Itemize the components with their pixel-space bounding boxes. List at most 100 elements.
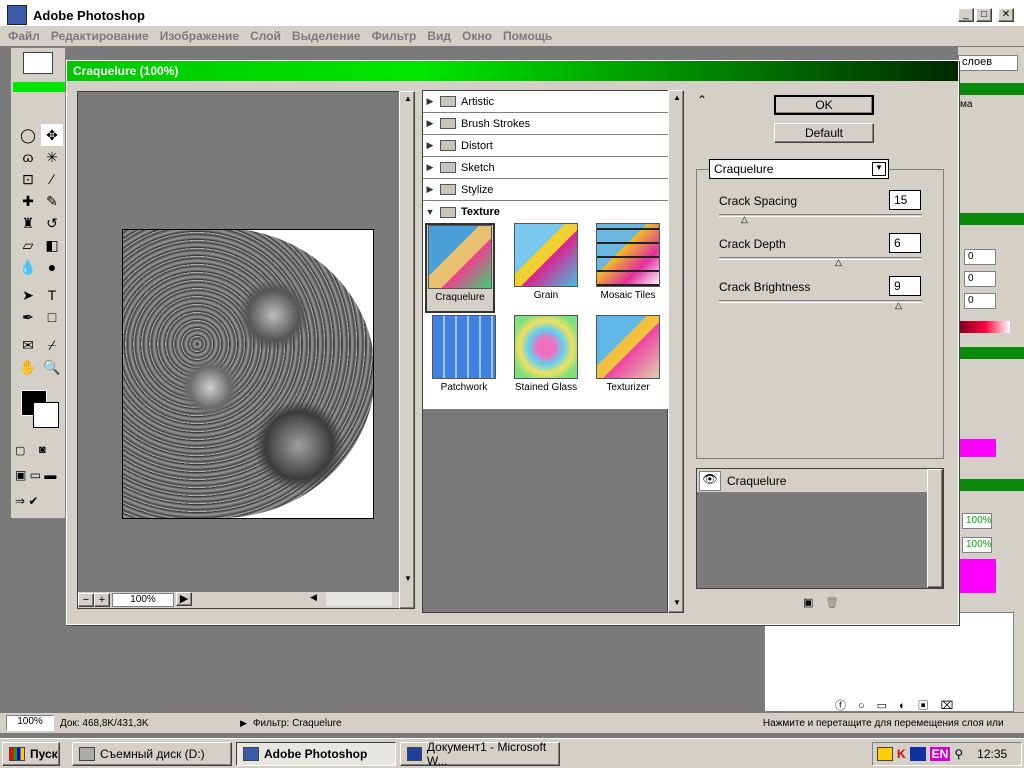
healing-brush-icon[interactable]: ✚ [17,190,39,212]
category-stylize[interactable]: ▶ Stylize [423,179,669,201]
start-button[interactable]: Пуск [2,742,60,766]
zoom-in-button[interactable]: + [94,593,110,607]
default-button[interactable]: Default [774,123,874,143]
menu-layer[interactable]: Слой [250,29,281,43]
scroll-down-icon[interactable]: ▼ [669,596,685,612]
dodge-tool-icon[interactable]: ● [41,256,63,278]
stamp-tool-icon[interactable]: ♜ [17,212,39,234]
hscroll-left[interactable]: ◀ [310,592,326,606]
zoom-menu-button[interactable]: ▶ [176,592,192,606]
filter-select[interactable]: Craquelure ▼ [709,159,889,179]
category-artistic[interactable]: ▶ Artistic [423,91,669,113]
layers-tab[interactable]: слоев [958,55,1018,71]
tray-app-icon[interactable] [877,747,893,761]
menu-view[interactable]: Вид [427,29,451,43]
menu-file[interactable]: Файл [8,29,40,43]
crack-brightness-field[interactable]: 9 [889,276,921,296]
thumb-craquelure[interactable]: Craquelure [425,223,495,313]
value-field-2[interactable]: 0 [964,271,996,287]
menu-window[interactable]: Окно [462,29,492,43]
screen-mode-icons[interactable]: ▣ ▭ ▬ [15,468,63,486]
kaspersky-icon[interactable]: K [897,747,906,761]
magenta-swatch[interactable] [960,439,996,457]
ok-button[interactable]: OK [774,95,874,115]
crack-brightness-slider[interactable] [719,300,922,303]
shape-tool-icon[interactable]: □ [41,306,63,328]
effect-list-vscroll[interactable] [927,469,943,588]
opacity-field[interactable]: 100% [962,513,992,529]
hand-tool-icon[interactable]: ✋ [17,356,39,378]
crack-depth-knob-icon[interactable]: △ [835,258,845,267]
task-removable-disk[interactable]: Съемный диск (D:) [72,742,232,766]
menu-edit[interactable]: Редактирование [51,29,149,43]
scroll-down-icon[interactable]: ▼ [400,572,416,588]
tray-flag-icon[interactable] [909,747,926,761]
scroll-up-icon[interactable]: ▲ [669,91,685,107]
status-menu-icon[interactable]: ▶ [240,718,247,729]
history-brush-icon[interactable]: ↺ [41,212,63,234]
thumb-mosaic-tiles[interactable]: Mosaic Tiles [593,223,663,313]
fill-field[interactable]: 100% [962,537,992,553]
layer-thumbnail[interactable] [960,559,996,593]
menu-help[interactable]: Помощь [503,29,552,43]
thumb-stained-glass[interactable]: Stained Glass [511,315,581,405]
thumb-texturizer[interactable]: Texturizer [593,315,663,405]
scroll-up-icon[interactable]: ▲ [400,92,416,108]
value-field-1[interactable]: 0 [964,249,996,265]
crack-brightness-knob-icon[interactable]: △ [895,301,905,310]
magic-wand-icon[interactable]: ✳ [41,146,63,168]
gradient-tool-icon[interactable]: ◧ [41,234,63,256]
status-zoom[interactable]: 100% [6,715,54,731]
zoom-value[interactable]: 100% [112,593,174,607]
value-field-3[interactable]: 0 [964,293,996,309]
brush-tool-icon[interactable]: ✎ [41,190,63,212]
language-indicator[interactable]: EN [929,747,951,761]
thumb-grain[interactable]: Grain [511,223,581,313]
path-select-icon[interactable]: ➤ [17,284,39,306]
zoom-out-button[interactable]: − [78,593,94,607]
category-brush-strokes[interactable]: ▶ Brush Strokes [423,113,669,135]
category-texture[interactable]: ▼ Texture [423,201,669,223]
thumb-patchwork[interactable]: Patchwork [429,315,499,405]
maximize-button[interactable]: □ [976,8,992,22]
background-color-swatch[interactable] [33,402,59,428]
crack-depth-field[interactable]: 6 [889,233,921,253]
collapse-gallery-icon[interactable]: ⌃ [697,93,707,107]
crop-tool-icon[interactable]: ⊡ [17,168,39,190]
blur-tool-icon[interactable]: 💧 [17,256,39,278]
task-photoshop[interactable]: Adobe Photoshop [236,742,396,766]
jump-to-imageready-icon[interactable]: ⇒ ✔ [15,494,63,512]
marquee-tool-icon[interactable]: ◯ [17,124,39,146]
notes-tool-icon[interactable]: ✉ [17,334,39,356]
task-word[interactable]: Документ1 - Microsoft W... [400,740,560,768]
zoom-tool-icon[interactable]: 🔍 [41,356,63,378]
crack-spacing-knob-icon[interactable]: △ [741,215,751,224]
layers-panel-buttons[interactable]: ⓕ○▭◐▣⌧ [835,697,965,713]
effect-layer-row[interactable]: 👁 Craquelure [697,469,927,493]
preview-pane[interactable]: − + 100% ▶ ◀ [77,91,409,609]
type-tool-icon[interactable]: T [41,284,63,306]
slice-tool-icon[interactable]: ⁄ [41,168,63,190]
crack-spacing-field[interactable]: 15 [889,190,921,210]
color-ramp[interactable] [960,321,1010,333]
menu-select[interactable]: Выделение [292,29,361,43]
tray-network-icon[interactable]: ⚲ [954,747,963,761]
standard-mode-icon[interactable]: ▢ [15,444,37,462]
eye-icon[interactable]: 👁 [699,470,721,491]
quickmask-mode-icon[interactable]: ◙ [39,444,61,462]
filter-browser-vscroll[interactable]: ▲ ▼ [668,90,684,613]
menu-filter[interactable]: Фильтр [372,29,417,43]
move-tool-options[interactable] [23,52,53,74]
eyedropper-icon[interactable]: ⌿ [41,334,63,356]
eraser-tool-icon[interactable]: ▱ [17,234,39,256]
delete-effect-layer-icon[interactable]: 🗑 [825,596,839,609]
chevron-down-icon[interactable]: ▼ [872,162,886,176]
preview-vscroll[interactable]: ▲ ▼ [399,91,415,609]
move-tool-icon[interactable]: ✥ [41,124,63,146]
minimize-button[interactable]: _ [958,8,974,22]
category-distort[interactable]: ▶ Distort [423,135,669,157]
hscroll-track[interactable] [326,592,392,606]
new-effect-layer-icon[interactable]: ▣ [803,596,813,609]
close-button[interactable]: ✕ [998,8,1014,22]
menu-image[interactable]: Изображение [160,29,239,43]
